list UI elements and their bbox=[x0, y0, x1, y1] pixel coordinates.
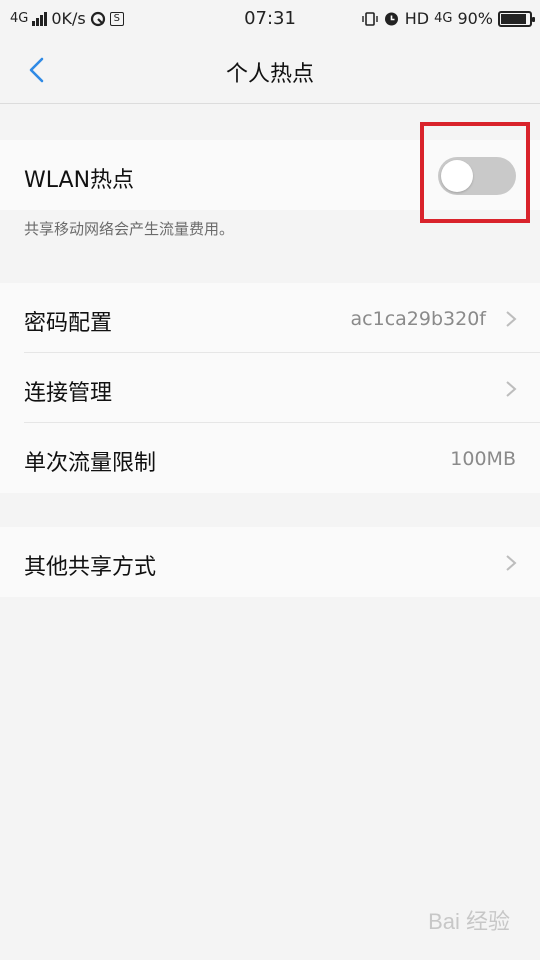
settings-item-value: 100MB bbox=[450, 448, 516, 470]
highlight-annotation-box bbox=[420, 122, 530, 223]
settings-item-connections[interactable]: 连接管理 bbox=[0, 353, 540, 423]
chevron-right-icon bbox=[506, 381, 517, 397]
settings-item-label: 其他共享方式 bbox=[24, 555, 157, 580]
chevron-right-icon bbox=[506, 555, 517, 571]
settings-item-label: 密码配置 bbox=[24, 311, 113, 336]
battery-percent: 90% bbox=[457, 9, 493, 28]
vibrate-icon bbox=[362, 11, 378, 26]
settings-item-data-limit[interactable]: 单次流量限制 100MB bbox=[0, 423, 540, 493]
settings-item-value: ac1ca29b320f bbox=[350, 308, 486, 330]
network-type-right: 4G bbox=[434, 11, 453, 26]
status-bar: 4G 0K/s S 07:31 HD 4G 90% bbox=[0, 0, 540, 36]
battery-icon bbox=[498, 10, 535, 27]
wlan-hotspot-label: WLAN热点 bbox=[24, 168, 135, 193]
battery-fill bbox=[501, 13, 527, 24]
hotspot-fee-hint: 共享移动网络会产生流量费用。 bbox=[24, 220, 235, 238]
settings-item-label: 单次流量限制 bbox=[24, 451, 157, 476]
page-title: 个人热点 bbox=[225, 62, 314, 87]
status-right: HD 4G 90% bbox=[362, 9, 535, 28]
settings-item-password[interactable]: 密码配置 ac1ca29b320f bbox=[0, 283, 540, 353]
watermark: Bai 经验 bbox=[428, 909, 510, 934]
hd-label: HD bbox=[404, 9, 430, 28]
settings-item-other-sharing[interactable]: 其他共享方式 bbox=[0, 527, 540, 597]
chevron-right-icon bbox=[506, 311, 517, 327]
settings-item-label: 连接管理 bbox=[24, 381, 113, 406]
alarm-icon bbox=[384, 12, 398, 26]
title-bar: 个人热点 bbox=[0, 36, 540, 104]
